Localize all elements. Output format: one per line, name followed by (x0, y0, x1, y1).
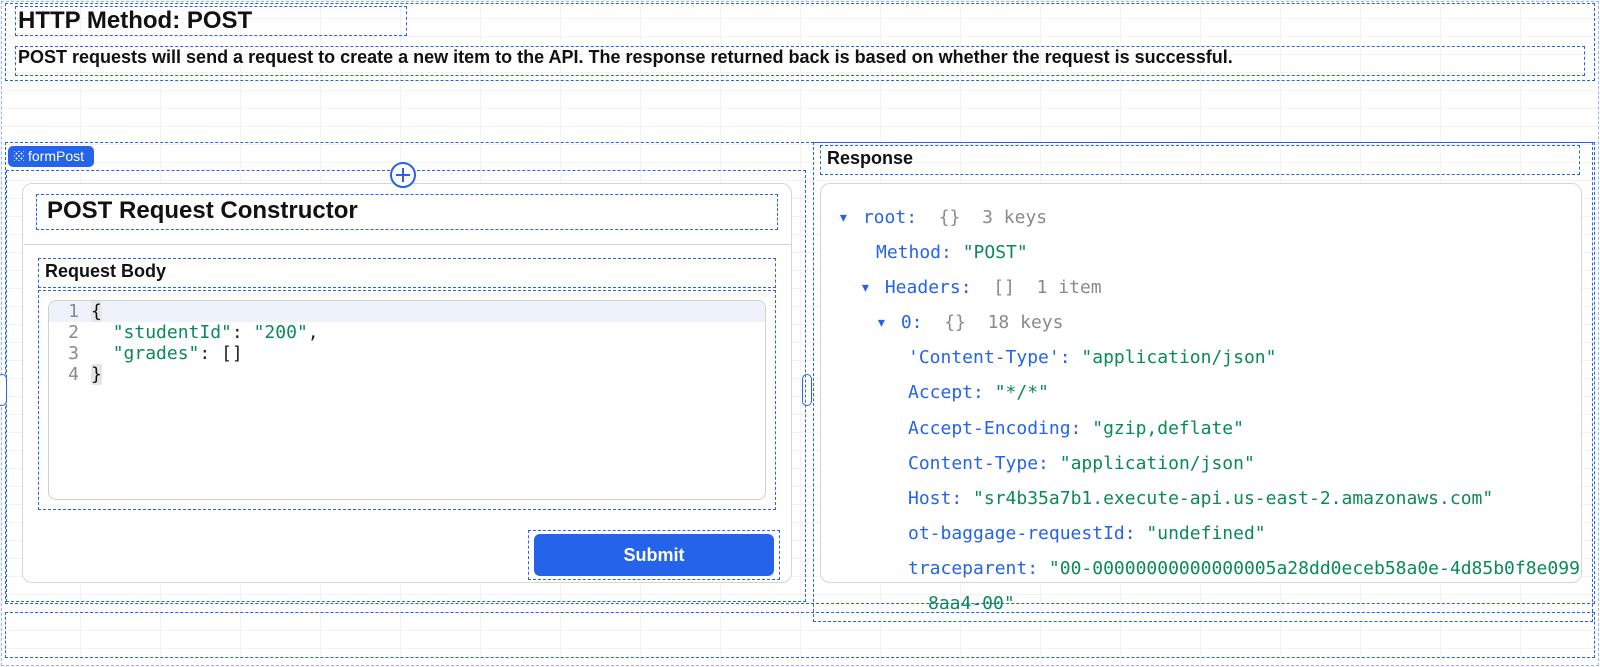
json-value: 8aa4-00" (928, 593, 1015, 614)
json-value: "00-00000000000000005a28dd0eceb58a0e-4d8… (1049, 558, 1580, 579)
code-line: 3 "grades": [] (49, 343, 765, 364)
json-key: Headers: (885, 277, 972, 298)
json-value: "undefined" (1146, 523, 1265, 544)
json-value: "POST" (963, 242, 1028, 263)
json-value: "sr4b35a7b1.execute-api.us-east-2.amazon… (973, 488, 1493, 509)
card-divider (24, 244, 792, 245)
json-key: Host: (908, 488, 962, 509)
page-title-outline: HTTP Method: POST (15, 6, 407, 36)
json-key: 0: (901, 312, 923, 333)
line-number: 1 (49, 301, 91, 322)
json-key: Content-Type: (908, 453, 1049, 474)
request-body-editor[interactable]: 1 { 2 "studentId": "200", 3 "grades": []… (48, 300, 766, 500)
json-key: Method: (876, 242, 952, 263)
caret-down-icon[interactable]: ▾ (860, 270, 874, 305)
submit-button[interactable]: Submit (534, 534, 774, 576)
caret-down-icon[interactable]: ▾ (838, 200, 852, 235)
request-body-label: Request Body (39, 259, 775, 282)
json-key: 'Content-Type': (908, 347, 1071, 368)
code-token: { (91, 301, 102, 322)
code-line: 1 { (49, 301, 765, 322)
json-key: Accept: (908, 382, 984, 403)
response-label: Response (821, 146, 1579, 169)
json-value: "application/json" (1081, 347, 1276, 368)
line-number: 4 (49, 364, 91, 385)
page-title: HTTP Method: POST (16, 7, 406, 35)
component-tag-formpost[interactable]: formPost (8, 146, 94, 167)
json-key: root: (863, 207, 917, 228)
response-json-tree[interactable]: ▾ root: {} 3 keys Method: "POST" ▾ Heade… (838, 200, 1568, 621)
empty-slot-outline (5, 612, 1595, 658)
json-key: Accept-Encoding: (908, 418, 1081, 439)
json-value: "gzip,deflate" (1092, 418, 1244, 439)
response-label-outline: Response (820, 145, 1580, 175)
code-line: 4 } (49, 364, 765, 385)
page-description-outline: POST requests will send a request to cre… (15, 46, 1585, 76)
json-key: traceparent: (908, 558, 1038, 579)
json-value: "*/*" (995, 382, 1049, 403)
request-body-label-outline: Request Body (38, 258, 776, 288)
component-tag-label: formPost (28, 148, 84, 164)
line-number: 2 (49, 322, 91, 343)
caret-down-icon[interactable]: ▾ (876, 305, 890, 340)
code-line: 2 "studentId": "200", (49, 322, 765, 343)
constructor-title: POST Request Constructor (37, 195, 777, 225)
line-number: 3 (49, 343, 91, 364)
page-description: POST requests will send a request to cre… (16, 47, 1584, 68)
json-key: ot-baggage-requestId: (908, 523, 1136, 544)
json-value: "application/json" (1060, 453, 1255, 474)
drag-handle-icon (14, 151, 24, 161)
add-component-button[interactable] (390, 162, 416, 188)
code-token: } (91, 364, 102, 385)
constructor-title-outline: POST Request Constructor (36, 194, 778, 230)
